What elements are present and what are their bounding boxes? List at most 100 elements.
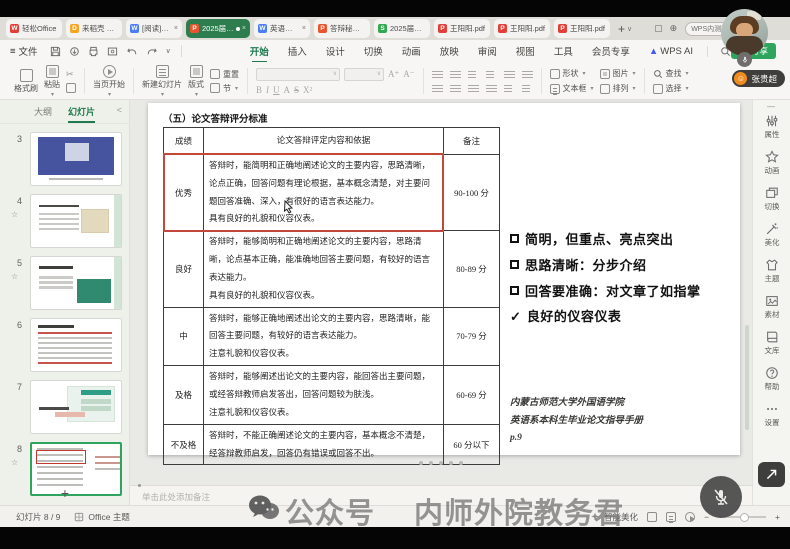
panel-minimize-icon[interactable]: — <box>752 102 790 111</box>
tab-close-icon[interactable]: × <box>242 25 246 32</box>
align-right-icon[interactable] <box>468 84 479 93</box>
tab-9[interactable]: P王阳阳.pdf <box>554 19 610 38</box>
tab-list-caret[interactable]: ∨ <box>627 25 632 33</box>
align-objects-icon[interactable] <box>522 84 533 93</box>
increase-font-button[interactable]: A⁺ <box>388 69 399 80</box>
collapse-panel-icon[interactable]: < <box>117 105 122 115</box>
menu-item-4[interactable]: 动画 <box>402 44 421 58</box>
tab-5[interactable]: P答辩秘书工作 <box>314 19 370 38</box>
font-size-select[interactable] <box>344 68 384 81</box>
font-control-s[interactable]: S <box>294 85 299 95</box>
menu-item-2[interactable]: 设计 <box>326 44 345 58</box>
slide-8[interactable]: （五）论文答辩评分标准 成绩论文答辩评定内容和依据备注优秀答辩时，能简明和正确地… <box>148 103 740 455</box>
tab-3[interactable]: P2025届…× <box>186 19 250 38</box>
page-dot[interactable] <box>419 461 423 465</box>
redo-icon[interactable] <box>146 46 158 57</box>
tab-0[interactable]: W轻松Office <box>6 19 62 38</box>
quick-access-caret[interactable]: ∨ <box>166 47 171 55</box>
menu-item-1[interactable]: 插入 <box>288 44 307 58</box>
font-control-u[interactable]: U <box>273 85 280 95</box>
page-dot[interactable] <box>429 461 433 465</box>
right-panel-1-属性[interactable]: 属性 <box>753 114 790 140</box>
slideshow-view-icon[interactable] <box>685 512 695 522</box>
bullet-list-icon[interactable] <box>432 70 443 79</box>
output-icon[interactable] <box>69 46 80 57</box>
right-panel-3-切换[interactable]: 切换 <box>753 186 790 212</box>
menu-item-6[interactable]: 审阅 <box>478 44 497 58</box>
right-panel-9-设置[interactable]: 设置 <box>753 402 790 428</box>
tab-1[interactable]: D来稻壳 找模板 <box>66 19 122 38</box>
tab-slides[interactable]: 幻灯片 <box>68 105 95 118</box>
right-panel-4-美化[interactable]: 美化 <box>753 222 790 248</box>
reset-button[interactable]: 重置 <box>210 69 239 80</box>
theme-indicator[interactable]: Office 主题 <box>74 511 129 523</box>
menu-item-5[interactable]: 放映 <box>440 44 459 58</box>
menu-item-8[interactable]: 工具 <box>554 44 573 58</box>
tab-7[interactable]: P王阳阳.pdf <box>434 19 490 38</box>
slide-thumbnail-6[interactable] <box>30 318 122 372</box>
tab-2[interactable]: W[阅读]内…× <box>126 19 182 38</box>
save-icon[interactable] <box>50 46 61 57</box>
right-panel-5-主题[interactable]: 主题 <box>753 258 790 284</box>
smart-beautify-button[interactable]: 智能美化 <box>590 511 638 523</box>
menu-item-10[interactable]: ▲WPS AI <box>649 46 693 57</box>
slide-thumbnail-5[interactable] <box>30 256 122 310</box>
right-panel-2-动画[interactable]: 动画 <box>753 150 790 176</box>
tab-close-icon[interactable]: × <box>302 25 306 32</box>
page-dot[interactable] <box>459 461 463 465</box>
section-button[interactable]: 节 <box>210 83 239 94</box>
add-slide-button[interactable]: + <box>0 485 130 501</box>
increase-indent-icon[interactable] <box>486 70 497 79</box>
font-control-x²[interactable]: X² <box>303 85 312 95</box>
textbox-button[interactable]: 文本框 <box>550 83 594 94</box>
vertical-scrollbar[interactable] <box>745 325 749 430</box>
undo-icon[interactable] <box>126 46 138 57</box>
format-painter-button[interactable]: 格式刷 <box>14 69 38 94</box>
new-slide-button[interactable]: 新建幻灯片 <box>142 65 182 98</box>
menu-item-3[interactable]: 切换 <box>364 44 383 58</box>
tab-4[interactable]: W英语系2…× <box>254 19 310 38</box>
normal-view-icon[interactable] <box>666 512 676 522</box>
decrease-indent-icon[interactable] <box>468 70 479 79</box>
justify-icon[interactable] <box>486 84 497 93</box>
line-spacing-icon[interactable] <box>504 70 515 79</box>
slide-canvas[interactable]: （五）论文答辩评分标准 成绩论文答辩评定内容和依据备注优秀答辩时，能简明和正确地… <box>130 100 752 485</box>
align-center-icon[interactable] <box>450 84 461 93</box>
text-direction-icon[interactable] <box>522 70 533 79</box>
tab-8[interactable]: P王阳阳.pdf <box>494 19 550 38</box>
font-control-a[interactable]: A <box>284 85 291 95</box>
copy-button[interactable] <box>66 83 76 93</box>
columns-icon[interactable] <box>504 84 515 93</box>
notes-bar[interactable]: 单击此处添加备注 <box>130 485 752 505</box>
right-panel-8-帮助[interactable]: 帮助 <box>753 366 790 392</box>
right-panel-6-素材[interactable]: 素材 <box>753 294 790 320</box>
zoom-in-button[interactable]: + <box>775 512 780 522</box>
preview-icon[interactable] <box>107 46 118 57</box>
tab-close-icon[interactable]: × <box>174 25 178 32</box>
font-control-b[interactable]: B <box>256 85 262 95</box>
new-tab-button[interactable]: + <box>618 22 625 36</box>
find-button[interactable]: 查找 <box>653 68 689 79</box>
cut-button[interactable]: ✂ <box>66 69 76 80</box>
decrease-font-button[interactable]: A⁻ <box>403 69 414 80</box>
file-menu-button[interactable]: ≡ 文件 <box>10 44 38 58</box>
menu-item-9[interactable]: 会员专享 <box>592 44 630 58</box>
menu-item-0[interactable]: 开始 <box>250 44 269 58</box>
page-dot[interactable] <box>449 461 453 465</box>
paste-button[interactable]: 粘贴 <box>44 65 60 98</box>
font-control-i[interactable]: I <box>266 85 269 95</box>
shapes-button[interactable]: 形状 <box>550 68 594 79</box>
collaborator-badge[interactable]: ☺ 张贵超 <box>732 70 785 87</box>
layout-button[interactable]: 版式 <box>188 65 204 98</box>
slide-thumbnail-4[interactable] <box>30 194 122 248</box>
picture-button[interactable]: 图片 <box>600 68 636 79</box>
page-dot[interactable] <box>439 461 443 465</box>
notes-toggle-icon[interactable] <box>647 512 657 522</box>
tab-outline[interactable]: 大纲 <box>34 105 52 118</box>
arrange-button[interactable]: 排列 <box>600 83 636 94</box>
print-icon[interactable] <box>88 46 99 57</box>
menu-item-7[interactable]: 视图 <box>516 44 535 58</box>
tab-6[interactable]: S2025届… <box>374 19 430 38</box>
zoom-slider[interactable] <box>718 516 766 518</box>
present-mode-button[interactable] <box>758 462 785 487</box>
